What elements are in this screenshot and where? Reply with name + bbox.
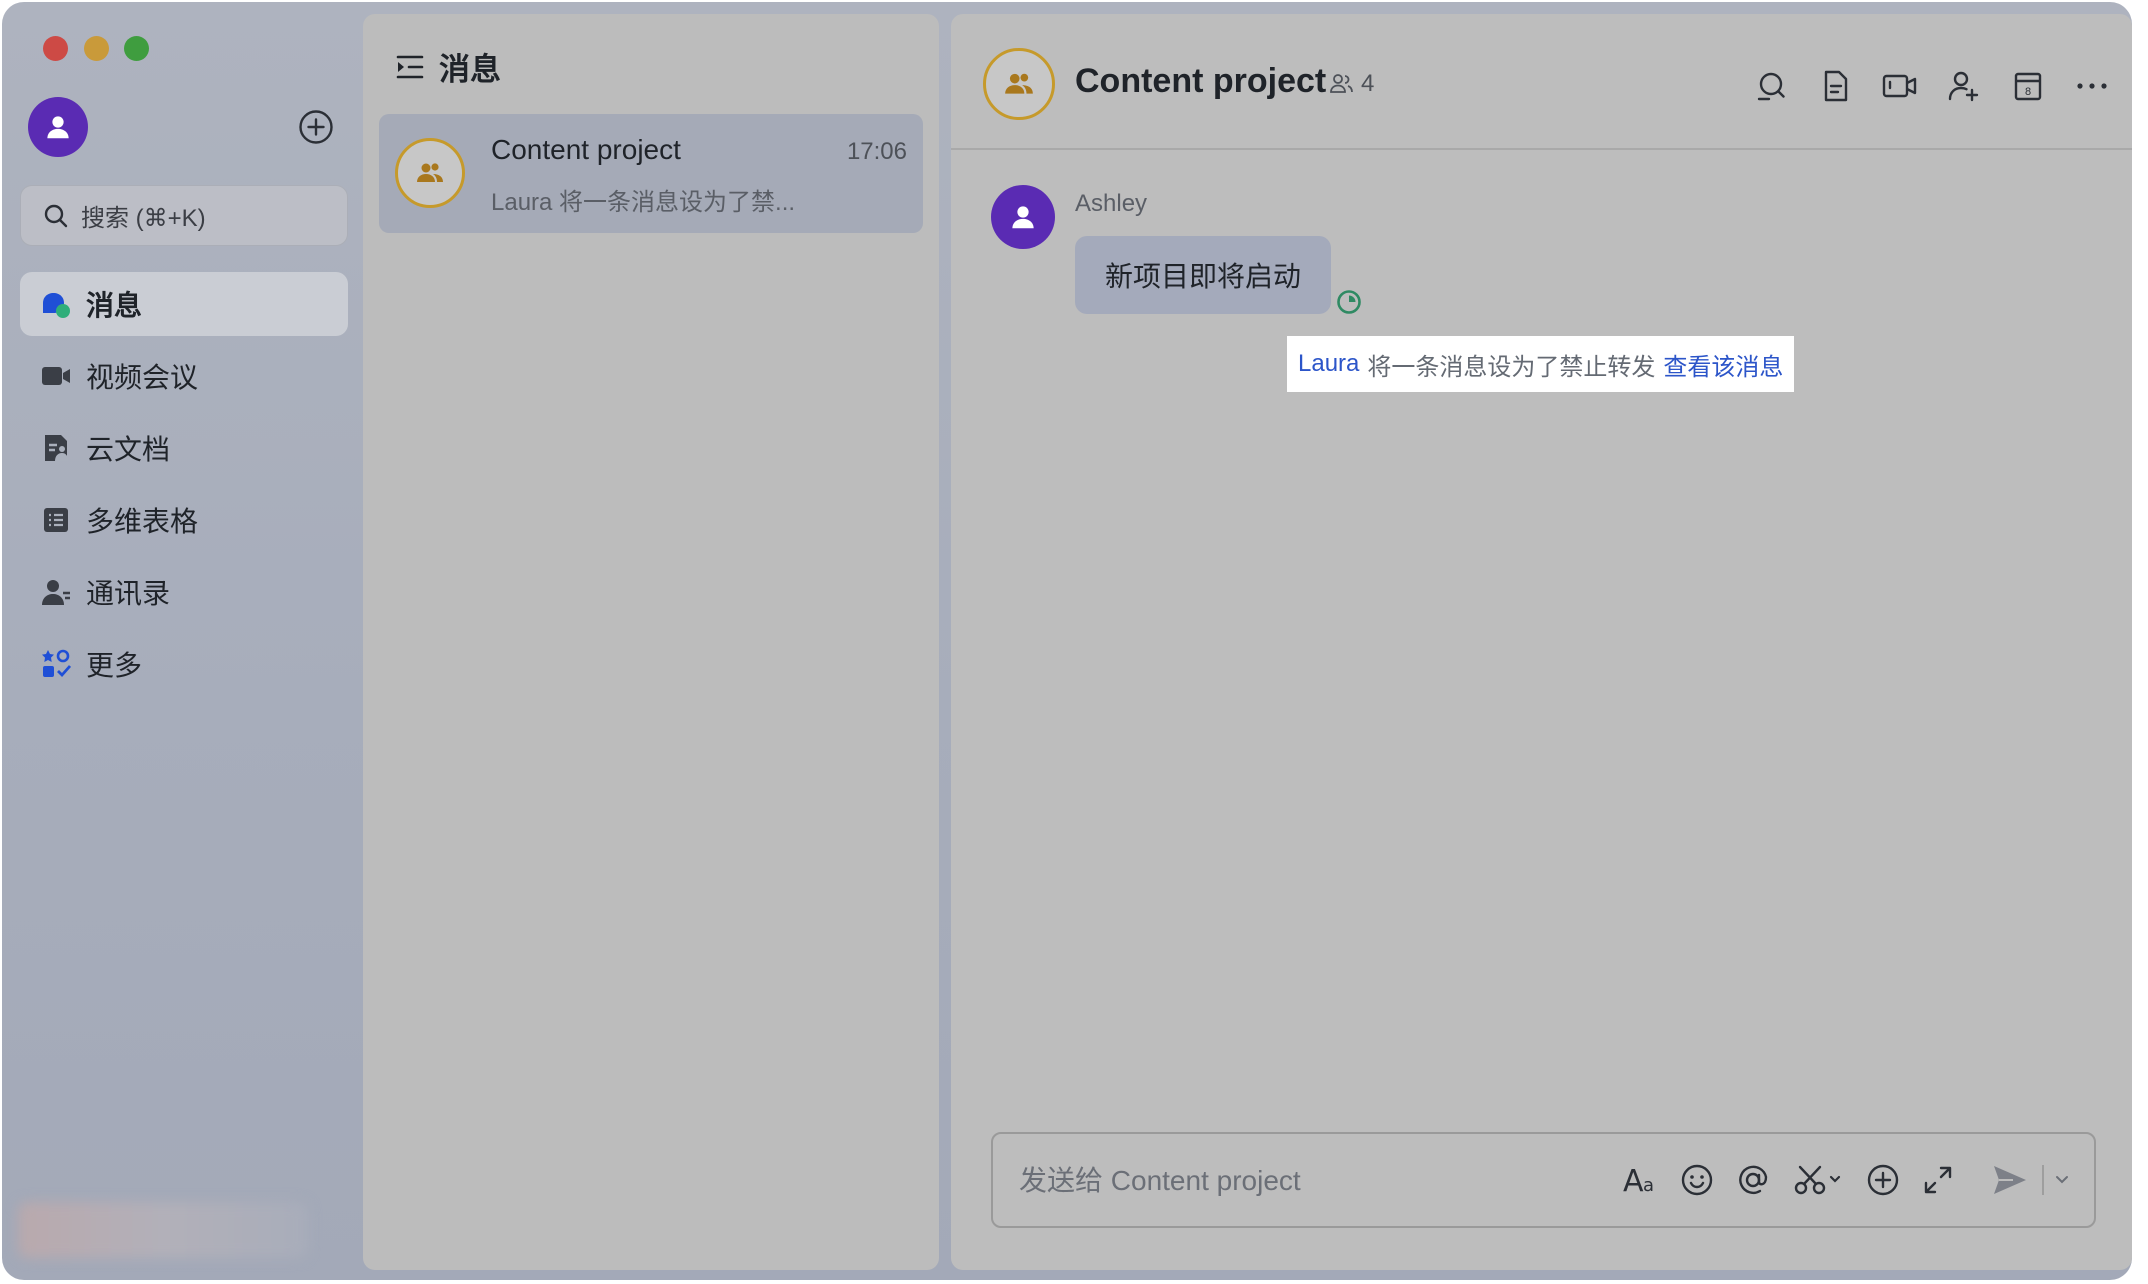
search-icon: [44, 204, 68, 227]
more-apps-icon: [40, 648, 72, 680]
add-member-button[interactable]: [1944, 66, 1984, 106]
chat-panel: Content project 4 8 Ashley 新项目即将启动 Laura…: [951, 14, 2132, 1270]
sidebar-item-label: 视频会议: [86, 362, 199, 393]
svg-text:8: 8: [2025, 86, 2031, 98]
mention-button[interactable]: [1736, 1160, 1770, 1200]
video-meeting-icon: [40, 360, 72, 392]
conversation-list-panel: 消息 Content project 17:06 Laura 将一条消息设为了禁…: [363, 14, 939, 1270]
expand-composer-button[interactable]: [1922, 1160, 1954, 1200]
close-window-button[interactable]: [43, 36, 68, 61]
plus-circle-icon: [1867, 1164, 1899, 1196]
notice-text: 将一条消息设为了禁止转发: [1367, 353, 1656, 381]
view-message-link[interactable]: 查看该消息: [1663, 347, 1783, 382]
message-bubble[interactable]: 新项目即将启动: [1075, 236, 1332, 314]
plus-circle-icon: [299, 110, 333, 144]
message-icon: [40, 288, 72, 320]
conversation-preview: Laura 将一条消息设为了禁...: [491, 189, 796, 216]
member-count[interactable]: 4: [1329, 70, 1374, 98]
sidebar-item-label: 云文档: [86, 434, 171, 465]
calendar-button[interactable]: 8: [2008, 66, 2048, 106]
person-icon: [47, 116, 69, 139]
sidebar-item-base[interactable]: 多维表格: [20, 488, 348, 552]
person-icon: [1012, 206, 1034, 229]
smiley-icon: [1681, 1164, 1713, 1196]
more-options-button[interactable]: [2072, 66, 2112, 106]
user-avatar[interactable]: [28, 97, 88, 157]
composer-toolbar: A a: [1600, 1160, 2070, 1200]
text-format-button[interactable]: A a: [1622, 1160, 1658, 1200]
group-icon: [417, 163, 443, 182]
message-composer: A a: [991, 1132, 2096, 1228]
notice-user-link[interactable]: Laura: [1298, 350, 1359, 378]
group-avatar: [395, 138, 465, 208]
group-icon: [1005, 73, 1033, 94]
at-sign-icon: [1739, 1165, 1768, 1195]
member-count-value: 4: [1361, 70, 1375, 97]
conversation-time: 17:06: [846, 138, 907, 165]
message-input[interactable]: [1017, 1158, 1521, 1204]
app-window: 搜索 (⌘+K) 消息 视频会议 云文档 多维表格 通讯录 更多 消息 Cont…: [2, 2, 2132, 1280]
list-title: 消息: [439, 52, 501, 87]
list-header: 消息: [395, 44, 501, 89]
scissors-icon: [1794, 1165, 1841, 1195]
calendar-icon: 8: [2014, 72, 2042, 101]
svg-text:A: A: [1623, 1164, 1644, 1196]
group-avatar[interactable]: [983, 48, 1055, 120]
svg-text:a: a: [1643, 1175, 1654, 1196]
expand-icon: [1924, 1166, 1952, 1194]
cloud-docs-icon: [40, 432, 72, 464]
zoom-window-button[interactable]: [124, 36, 149, 61]
members-icon: [1330, 74, 1353, 93]
sidebar-item-cloud-docs[interactable]: 云文档: [20, 416, 348, 480]
emoji-button[interactable]: [1680, 1160, 1714, 1200]
send-button[interactable]: [1992, 1160, 2028, 1200]
add-attachment-button[interactable]: [1866, 1160, 1900, 1200]
contacts-icon: [40, 576, 72, 608]
chevron-down-icon: [2056, 1176, 2068, 1184]
sidebar-nav: 消息 视频会议 云文档 多维表格 通讯录 更多: [20, 272, 348, 704]
sidebar-item-label: 通讯录: [86, 578, 171, 609]
add-user-icon: [1948, 71, 1979, 102]
header-toolbar: 8: [1728, 66, 2112, 106]
send-options-button[interactable]: [2054, 1160, 2070, 1200]
text-format-icon: A a: [1623, 1164, 1654, 1196]
read-receipt-icon[interactable]: [1335, 288, 1363, 316]
sender-avatar[interactable]: [991, 185, 1055, 249]
document-icon: [1824, 70, 1848, 102]
send-divider: [2042, 1165, 2044, 1195]
minimize-window-button[interactable]: [84, 36, 109, 61]
sidebar-item-contacts[interactable]: 通讯录: [20, 560, 348, 624]
chat-title[interactable]: Content project: [1075, 62, 1326, 101]
search-icon: [1757, 72, 1785, 101]
blurred-status-area: [18, 1202, 308, 1258]
conversation-item[interactable]: Content project 17:06 Laura 将一条消息设为了禁...: [379, 114, 923, 233]
conversation-name: Content project: [491, 134, 681, 165]
sidebar-item-label: 消息: [86, 290, 143, 321]
sidebar-item-messages[interactable]: 消息: [20, 272, 348, 336]
video-call-button[interactable]: [1880, 66, 1920, 106]
more-horizontal-icon: [2077, 83, 2107, 89]
docs-button[interactable]: [1816, 66, 1856, 106]
chat-header: Content project 4 8: [951, 14, 2132, 150]
create-button[interactable]: [298, 109, 334, 145]
video-camera-icon: [1882, 74, 1917, 98]
send-icon: [1994, 1166, 2026, 1194]
sidebar-item-more[interactable]: 更多: [20, 632, 348, 696]
sidebar-item-label: 多维表格: [86, 506, 199, 537]
search-chat-button[interactable]: [1752, 66, 1792, 106]
sidebar-item-video-meeting[interactable]: 视频会议: [20, 344, 348, 408]
collapse-sidebar-icon[interactable]: [395, 52, 425, 82]
screenshot-button[interactable]: [1792, 1160, 1844, 1200]
base-table-icon: [40, 504, 72, 536]
message-sender: Ashley: [1075, 190, 1148, 217]
search-box[interactable]: 搜索 (⌘+K): [20, 185, 348, 246]
system-notice: Laura 将一条消息设为了禁止转发 查看该消息: [1287, 336, 1795, 392]
search-placeholder: 搜索 (⌘+K): [81, 205, 206, 232]
sidebar-item-label: 更多: [86, 650, 143, 681]
